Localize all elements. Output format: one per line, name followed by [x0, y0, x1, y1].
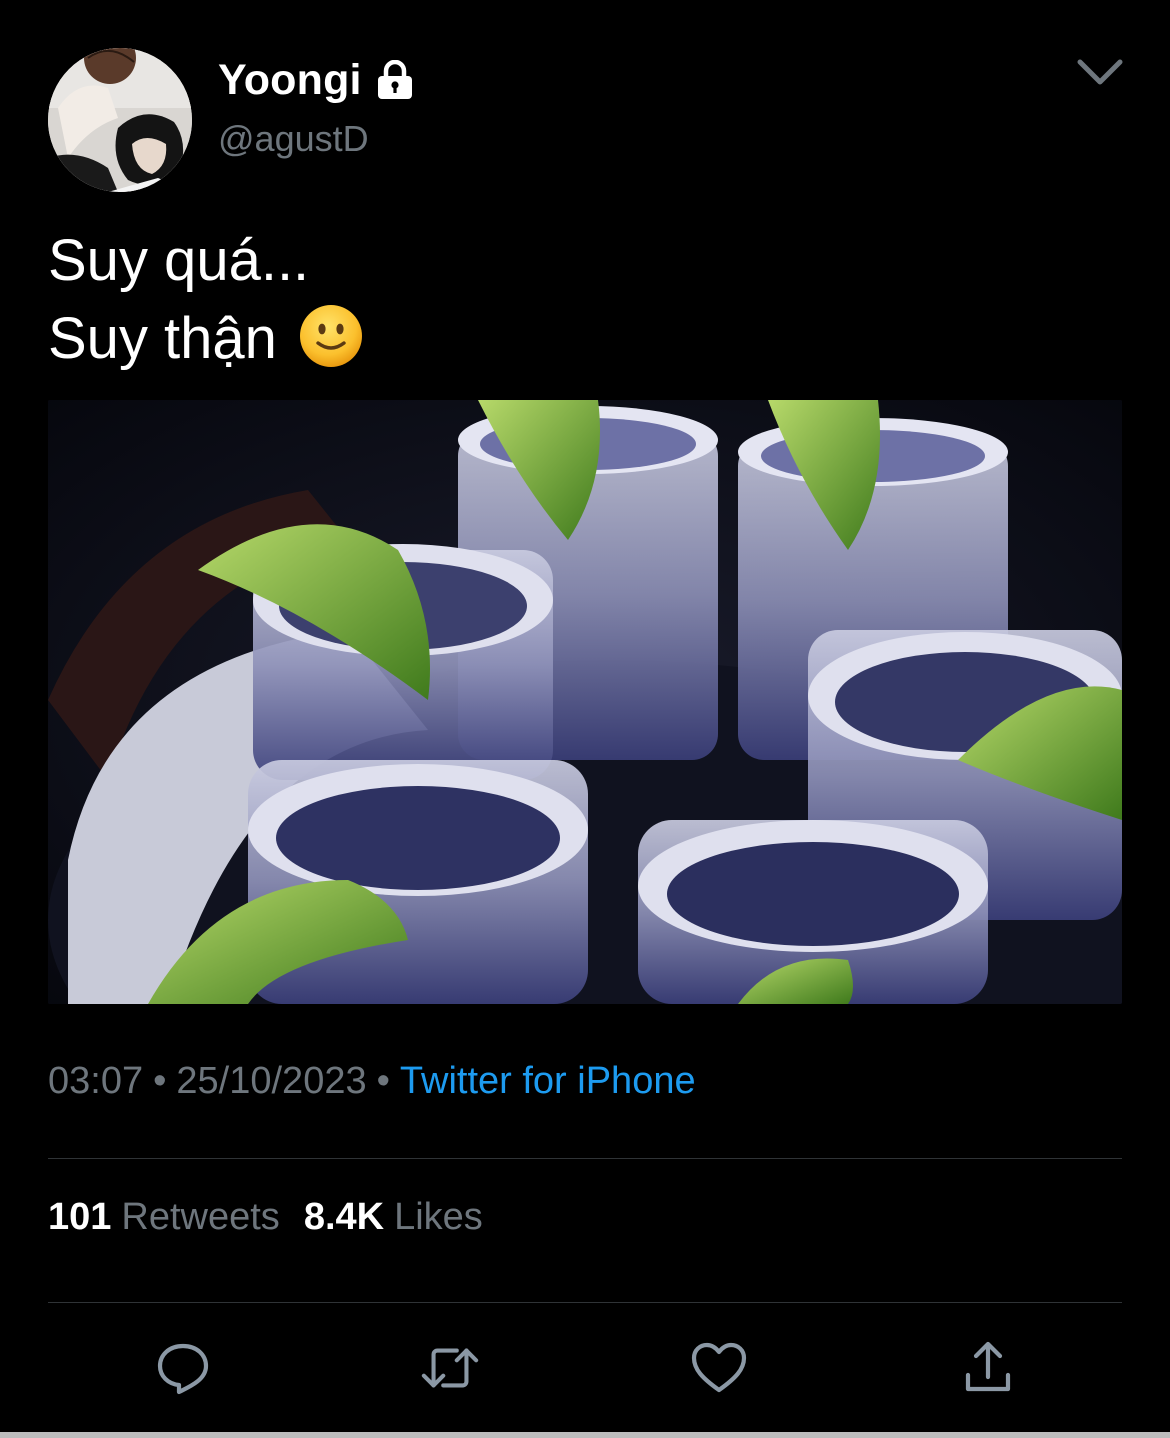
likes-count: 8.4K — [303, 1196, 385, 1238]
tweet-text-line-2: Suy thận — [48, 300, 363, 378]
chevron-down-icon[interactable] — [1074, 50, 1126, 94]
author-name-row[interactable]: Yoongi — [218, 54, 414, 106]
like-icon[interactable] — [689, 1338, 749, 1398]
likes-label: Likes — [394, 1196, 483, 1238]
tweet-text: Suy quá... Suy thận — [48, 222, 363, 378]
author-handle[interactable]: @agustD — [218, 118, 369, 160]
retweets-count: 101 — [48, 1196, 112, 1238]
retweets-label: Retweets — [121, 1196, 280, 1238]
reply-icon[interactable] — [153, 1338, 213, 1398]
tweet-text-line-1: Suy quá... — [48, 228, 310, 293]
tweet-detail: Yoongi @agustD Suy quá... Suy thận 03:07… — [0, 0, 1170, 1438]
retweet-icon[interactable] — [420, 1338, 480, 1398]
slightly-smiling-face-icon — [299, 304, 363, 368]
avatar-photo — [48, 48, 192, 192]
tweet-time: 03:07 — [48, 1060, 144, 1102]
tweet-stats: 101 Retweets 8.4K Likes — [48, 1196, 483, 1239]
tweet-source-link[interactable]: Twitter for iPhone — [400, 1060, 696, 1102]
shot-glasses-photo — [48, 400, 1122, 1004]
divider — [48, 1158, 1122, 1159]
share-icon[interactable] — [958, 1338, 1018, 1398]
avatar[interactable] — [48, 48, 192, 192]
tweet-date: 25/10/2023 — [176, 1060, 367, 1102]
meta-separator: • — [153, 1060, 167, 1102]
tweet-text-line-2-text: Suy thận — [48, 306, 277, 371]
author-display-name[interactable]: Yoongi — [218, 56, 362, 105]
lock-icon — [376, 59, 414, 100]
tweet-media-image[interactable] — [48, 400, 1122, 1004]
divider — [48, 1302, 1122, 1303]
tweet-meta: 03:07 • 25/10/2023 • Twitter for iPhone — [48, 1060, 696, 1103]
likes-stat[interactable]: 8.4K Likes — [304, 1196, 483, 1238]
bottom-edge — [0, 1432, 1170, 1438]
retweets-stat[interactable]: 101 Retweets — [48, 1196, 280, 1238]
meta-separator: • — [376, 1060, 390, 1102]
